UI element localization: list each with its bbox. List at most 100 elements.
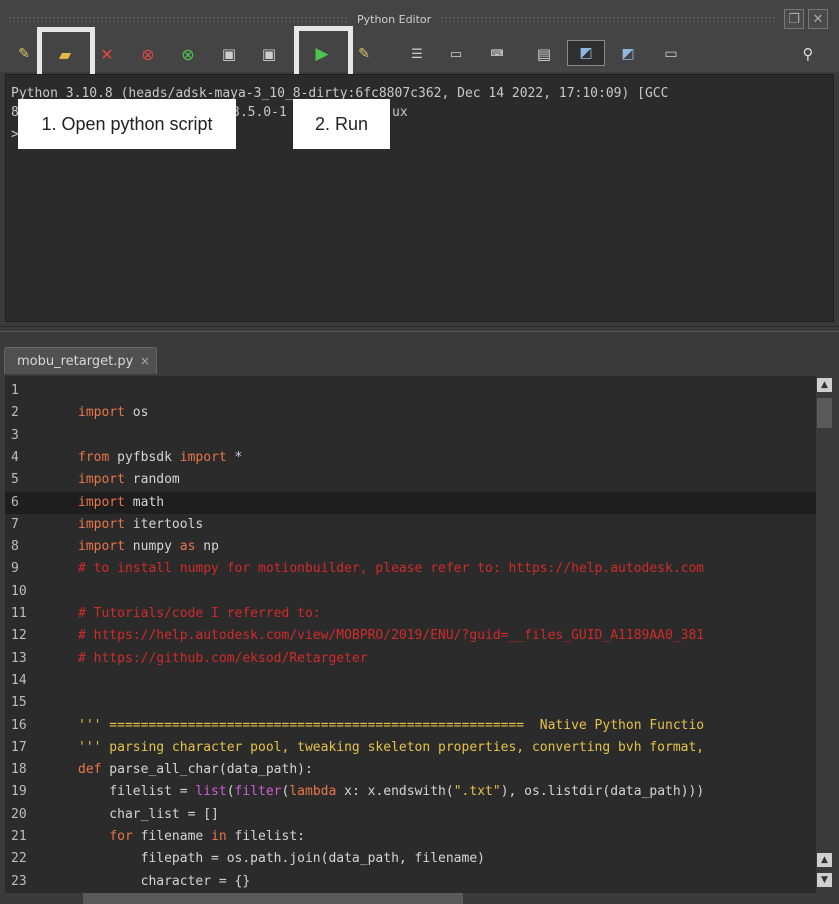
code-text: filelist = list(filter(lambda x: x.endsw… (78, 784, 705, 800)
tab-mobu-retarget[interactable]: mobu_retarget.py × (4, 347, 157, 374)
code-line[interactable]: 22 filepath = os.path.join(data_path, fi… (5, 848, 816, 870)
title-grip-left (8, 16, 348, 22)
tab-bar: mobu_retarget.py × (0, 344, 839, 374)
code-line[interactable]: 4 from pyfbsdk import * (5, 447, 816, 469)
code-text: import os (78, 405, 149, 421)
code-text: def parse_all_char(data_path): (78, 762, 313, 778)
code-text: import random (78, 472, 180, 488)
line-number: 20 (11, 806, 27, 822)
line-number: 13 (11, 650, 27, 666)
code-text: import math (78, 494, 165, 510)
add-script-icon[interactable]: ✎ (352, 42, 376, 66)
open-script-callout: 1. Open python script (18, 99, 236, 149)
clear-all-icon[interactable]: ⊗ (176, 42, 200, 66)
code-line[interactable]: 3 (5, 425, 816, 447)
line-number: 18 (11, 762, 27, 778)
code-line[interactable]: 16 ''' ==================================… (5, 715, 816, 737)
code-line[interactable]: 13 # https://github.com/eksod/Retargeter (5, 648, 816, 670)
line-number: 19 (11, 784, 27, 800)
shelf-icon[interactable]: ◩ (567, 40, 605, 66)
line-number: 17 (11, 739, 27, 755)
code-line[interactable]: 2 import os (5, 402, 816, 424)
code-line[interactable]: 14 (5, 670, 816, 692)
line-number: 9 (11, 561, 19, 577)
line-number: 22 (11, 851, 27, 867)
line-number: 8 (11, 539, 19, 555)
code-text: character = {} (78, 873, 251, 889)
ctrl-alt-icon[interactable]: ⌨ (482, 42, 512, 66)
close-window-button[interactable]: ✕ (808, 9, 828, 29)
code-text: # https://github.com/eksod/Retargeter (78, 650, 368, 666)
code-line[interactable]: 15 (5, 692, 816, 714)
code-line[interactable]: 1 (5, 380, 816, 402)
run-callout: 2. Run (293, 99, 390, 149)
line-number: 23 (11, 873, 27, 889)
code-text: import numpy as np (78, 539, 219, 555)
horizontal-scrollbar[interactable] (5, 893, 834, 904)
code-line[interactable]: 11 # Tutorials/code I referred to: (5, 603, 816, 625)
code-line[interactable]: 12 # https://help.autodesk.com/view/MOBPR… (5, 625, 816, 647)
line-number: 5 (11, 472, 19, 488)
code-editor[interactable]: 1 2 import os 3 4 from pyfbsdk import * 5 impor… (5, 376, 816, 893)
line-number: 3 (11, 427, 19, 443)
code-line[interactable]: 18 def parse_all_char(data_path): (5, 759, 816, 781)
toolbar: ✎ ▰ ✕ ⊗ ⊗ ▣ ▣ ▶ ✎ ☰ ▭ ⌨ ▤ ◩ ◩ ▭ ⚲ (0, 36, 839, 102)
save-icon[interactable]: ▣ (217, 42, 241, 66)
code-text: # Tutorials/code I referred to: (78, 606, 321, 621)
code-text: ''' ====================================… (78, 717, 705, 733)
line-number: 15 (11, 695, 27, 711)
code-line[interactable]: 10 (5, 581, 816, 603)
scroll-up-button[interactable]: ▲ (817, 378, 832, 392)
console-icon[interactable]: ▭ (444, 42, 468, 66)
window-icon[interactable]: ▭ (659, 42, 683, 66)
code-line[interactable]: 20 char_list = [] (5, 804, 816, 826)
code-line[interactable]: 17 ''' parsing character pool, tweaking s… (5, 737, 816, 759)
code-line[interactable]: 21 for filename in filelist: (5, 826, 816, 848)
float-window-button[interactable]: ❐ (784, 9, 804, 29)
code-line[interactable]: 23 character = {} (5, 871, 816, 893)
open-highlight-box (37, 27, 95, 80)
line-number: 14 (11, 672, 27, 688)
close-x-icon[interactable]: ✕ (95, 42, 119, 66)
output-line-2c: ux (392, 105, 408, 120)
line-number: 1 (11, 383, 19, 398)
scroll-up-button-2[interactable]: ▲ (817, 853, 832, 867)
code-line[interactable]: 6 import math (5, 491, 816, 514)
code-text: # https://help.autodesk.com/view/MOBPRO/… (78, 628, 705, 644)
code-line[interactable]: 19 filelist = list(filter(lambda x: x.en… (5, 781, 816, 803)
line-number: 21 (11, 829, 27, 844)
echo-icon[interactable]: ▤ (532, 42, 556, 66)
code-text: # to install numpy for motionbuilder, pl… (78, 561, 705, 577)
vertical-scroll-thumb[interactable] (817, 398, 832, 428)
pane-splitter[interactable] (0, 326, 839, 332)
code-line[interactable]: 7 import itertools (5, 514, 816, 536)
line-number: 4 (11, 449, 19, 465)
run-highlight-box (294, 26, 353, 80)
code-line[interactable]: 8 import numpy as np (5, 536, 816, 558)
line-number: 7 (11, 516, 19, 532)
code-text: filepath = os.path.join(data_path, filen… (78, 851, 485, 867)
code-line[interactable]: 9 # to install numpy for motionbuilder, p… (5, 558, 816, 580)
code-text: for filename in filelist: (109, 829, 306, 844)
line-number: 16 (11, 717, 27, 733)
line-number: 12 (11, 628, 27, 644)
selection-icon[interactable]: ◩ (616, 42, 640, 66)
code-text: from pyfbsdk import * (78, 449, 243, 465)
code-text: ''' parsing character pool, tweaking ske… (78, 739, 705, 755)
vertical-scrollbar[interactable]: ▲ ▲ ▼ (816, 376, 833, 893)
window-title: Python Editor (357, 13, 432, 26)
tab-close-icon[interactable]: × (140, 354, 150, 368)
line-number: 10 (11, 583, 27, 599)
save-as-icon[interactable]: ▣ (257, 42, 281, 66)
show-line-numbers-icon[interactable]: ☰ (405, 42, 429, 66)
line-number: 6 (11, 494, 19, 510)
scroll-down-button[interactable]: ▼ (817, 873, 832, 887)
code-line[interactable]: 5 import random (5, 469, 816, 491)
script-icon[interactable]: ✎ (12, 42, 36, 66)
title-grip-right (440, 16, 776, 22)
search-icon[interactable]: ⚲ (796, 42, 820, 66)
tab-label: mobu_retarget.py (17, 354, 134, 369)
title-bar: Python Editor ❐ ✕ (0, 0, 839, 36)
horizontal-scroll-thumb[interactable] (83, 893, 463, 904)
clear-history-icon[interactable]: ⊗ (136, 42, 160, 66)
